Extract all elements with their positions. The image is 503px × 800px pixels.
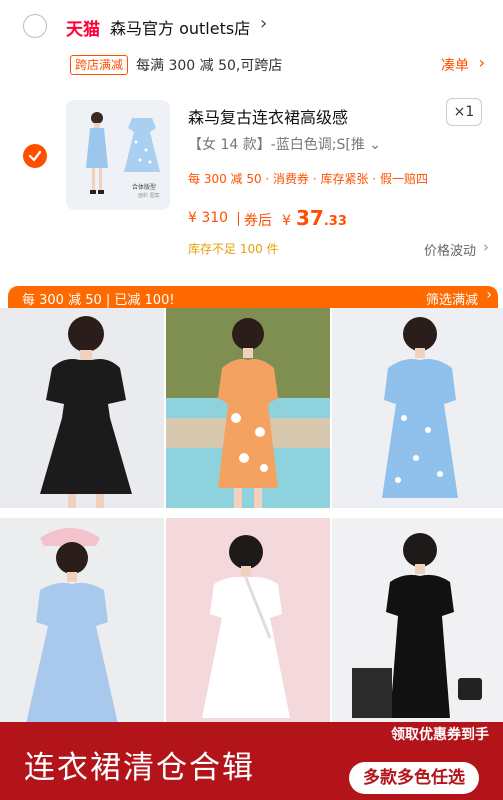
price-divider (238, 212, 239, 226)
final-price-int: 37 (296, 206, 324, 230)
store-row[interactable]: 天猫 森马官方 outlets店 › (0, 0, 503, 52)
promo-banner[interactable]: 领取优惠券到手 连衣裙清仓合辑 多款多色任选 (0, 722, 503, 800)
model-figure-image (86, 112, 108, 194)
multi-color-button[interactable]: 多款多色任选 (349, 762, 479, 794)
black-qipao-dress-image (352, 533, 482, 718)
dress-flat-image (124, 118, 160, 172)
stock-warning: 库存不足 100 件 (188, 242, 279, 256)
product-thumbnail[interactable]: 合体版型 面料 图案 (66, 100, 170, 210)
cross-store-tag: 跨店满减 (70, 55, 129, 75)
after-coupon-label: 券后 (244, 213, 272, 229)
original-price: ¥ 310 (188, 210, 229, 226)
chevron-right-icon[interactable]: › (479, 53, 485, 72)
check-icon (28, 150, 42, 162)
price-fluctuation-link[interactable]: 价格波动 (424, 240, 476, 259)
sku-selector[interactable]: 【女 14 款】-蓝白色调;S[推 ⌄ (188, 134, 381, 154)
blue-floral-dress-image (382, 317, 458, 498)
quantity-button[interactable]: ×1 (446, 98, 482, 126)
product-image-black-dress[interactable] (0, 308, 164, 508)
light-blue-dress-image (26, 528, 118, 724)
discount-bar[interactable]: 每 300 减 50 | 已减 100! 筛选满减 › (8, 286, 498, 308)
chevron-right-icon[interactable]: › (483, 238, 489, 256)
tmall-logo: 天猫 (66, 20, 100, 40)
discount-bar-text: 每 300 减 50 | 已减 100! (22, 293, 175, 308)
promo-tags: 每 300 减 50 · 消费券 · 库存紧张 · 假一赔四 (188, 172, 428, 186)
thumb-caption: 合体版型 (132, 184, 157, 191)
final-price-dec: .33 (323, 214, 347, 229)
product-image-orange-dress[interactable] (166, 308, 330, 508)
white-dress-image (202, 535, 290, 718)
orange-floral-dress-image (166, 308, 330, 508)
store-select-radio[interactable] (23, 14, 47, 38)
product-image-white-dress[interactable] (166, 518, 330, 730)
product-image-black-qipao-dress[interactable] (332, 518, 503, 730)
final-price-currency: ¥ (282, 213, 291, 229)
final-price: ¥ 37.33 (282, 206, 347, 230)
filter-discount-link[interactable]: 筛选满减 (426, 289, 478, 308)
product-image-light-blue-dress[interactable] (0, 518, 164, 730)
chevron-right-icon[interactable]: › (486, 287, 492, 303)
thumb-caption-2: 面料 图案 (138, 193, 160, 199)
chevron-right-icon[interactable]: › (260, 13, 267, 34)
item-selected-checkbox[interactable] (23, 144, 47, 168)
store-name[interactable]: 森马官方 outlets店 (110, 15, 250, 39)
product-image-blue-floral-dress[interactable] (332, 308, 503, 508)
coudan-link[interactable]: 凑单 (441, 55, 469, 75)
promo-text: 每满 300 减 50,可跨店 (136, 58, 283, 74)
product-title[interactable]: 森马复古连衣裙高级感 (188, 104, 348, 128)
promo-row: 跨店满减 每满 300 减 50,可跨店 凑单 › (0, 52, 503, 78)
banner-title: 连衣裙清仓合辑 (24, 750, 255, 786)
coupon-claim-label[interactable]: 领取优惠券到手 (391, 724, 489, 744)
black-dress-image (40, 316, 132, 508)
